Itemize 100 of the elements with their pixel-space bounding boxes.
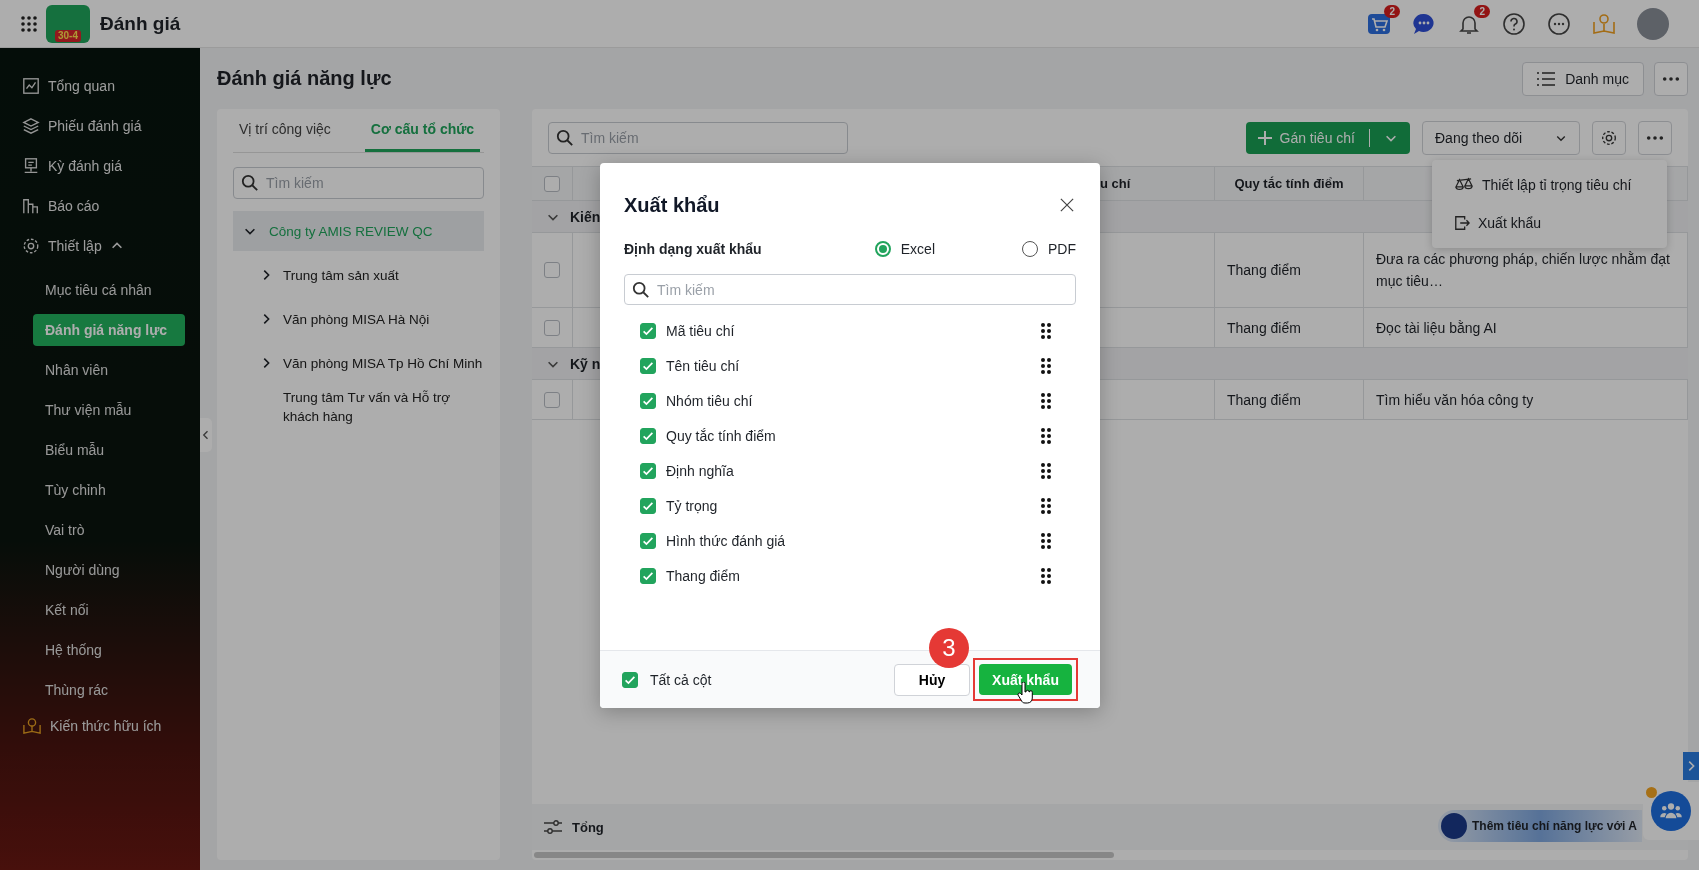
row-checkbox[interactable] <box>544 262 560 278</box>
sidebar-item[interactable]: Phiếu đánh giá <box>0 106 200 146</box>
column-option-label: Nhóm tiêu chí <box>666 392 754 409</box>
cancel-button[interactable]: Hủy <box>894 663 970 696</box>
search-field[interactable]: Tìm kiếm <box>624 274 1076 305</box>
drag-handle-icon[interactable] <box>1040 531 1052 550</box>
select-all-checkbox[interactable] <box>622 671 638 688</box>
more-button[interactable] <box>1654 61 1688 96</box>
checkbox[interactable] <box>640 357 656 374</box>
sidebar-subitem[interactable]: Vai trò <box>33 514 185 546</box>
checkbox[interactable] <box>640 567 656 584</box>
lightbulb-book-icon[interactable] <box>1592 11 1616 36</box>
drag-handle-icon[interactable] <box>1040 566 1052 585</box>
settings-button[interactable] <box>1592 120 1626 155</box>
avatar[interactable] <box>1637 7 1669 40</box>
sidebar-subitem[interactable]: Nhân viên <box>33 354 185 386</box>
search-field[interactable]: Tìm kiếm <box>233 167 484 199</box>
app-grid-icon[interactable] <box>20 14 38 33</box>
sidebar-item[interactable]: Kiến thức hữu ích <box>0 706 200 746</box>
cart-icon[interactable] <box>1367 11 1391 36</box>
sidebar-subitem[interactable]: Mục tiêu cá nhân <box>33 274 185 306</box>
sidebar-subitem[interactable]: Thư viện mẫu <box>33 394 185 426</box>
lightbulb-book-icon <box>22 717 42 735</box>
select-all-checkbox[interactable] <box>544 175 560 192</box>
collapse-handle[interactable] <box>200 418 212 452</box>
more-icon <box>1646 134 1664 141</box>
checkbox[interactable] <box>640 392 656 409</box>
sidebar-subitem[interactable]: Thùng rác <box>33 674 185 706</box>
sidebar-item[interactable]: Tổng quan <box>0 66 200 106</box>
drag-handle-icon[interactable] <box>1040 461 1052 480</box>
dialog-title: Xuất khẩu <box>624 193 720 217</box>
sidebar-item[interactable]: Thiết lập <box>0 226 200 266</box>
search-field[interactable]: Tìm kiếm <box>548 121 848 154</box>
tree-item[interactable]: Văn phòng MISA Tp Hồ Chí Minh <box>233 343 484 383</box>
app-title: Đánh giá <box>100 12 181 35</box>
checkbox[interactable] <box>640 462 656 479</box>
export-icon <box>1454 215 1470 231</box>
format-radio[interactable]: Excel <box>874 241 935 257</box>
table-cell: Tìm hiểu văn hóa công ty <box>1364 380 1688 420</box>
checkbox[interactable] <box>640 497 656 514</box>
tree-item[interactable]: Trung tâm Tư vấn và Hỗ trợ khách hàng <box>233 387 484 427</box>
sidebar-item[interactable]: Kỳ đánh giá <box>0 146 200 186</box>
drag-handle-icon[interactable] <box>1040 496 1052 515</box>
chart-icon <box>22 77 40 95</box>
total-label: Tổng <box>572 819 604 835</box>
row-checkbox[interactable] <box>544 319 560 336</box>
people-icon <box>1660 802 1682 820</box>
column-option-label: Thang điểm <box>666 567 741 584</box>
more-button[interactable] <box>1638 120 1672 155</box>
catalog-button[interactable]: Danh mục <box>1522 61 1644 96</box>
help-icon[interactable] <box>1502 11 1526 36</box>
format-radio[interactable]: PDF <box>1022 241 1076 257</box>
sidebar-subitem[interactable]: Hệ thống <box>33 634 185 666</box>
robot-icon <box>1441 813 1467 839</box>
settings-icon <box>22 237 40 255</box>
close-icon <box>1060 198 1074 212</box>
column-option-label: Mã tiêu chí <box>666 322 736 339</box>
drag-handle-icon[interactable] <box>1040 391 1052 410</box>
more-icon[interactable] <box>1547 11 1571 36</box>
checkbox[interactable] <box>640 322 656 339</box>
tree-item[interactable]: Trung tâm sản xuất <box>233 255 484 295</box>
ai-suggestion-chip[interactable]: Thêm tiêu chí năng lực với A <box>1438 810 1642 842</box>
select-all-label: Tất cả cột <box>650 671 712 688</box>
column-option-label: Tỷ trọng <box>666 497 719 514</box>
row-checkbox[interactable] <box>544 391 560 408</box>
app-logo: 30-4 <box>46 4 90 43</box>
tab[interactable]: Vị trí công việc <box>233 120 337 152</box>
tree-item[interactable]: Văn phòng MISA Hà Nội <box>233 299 484 339</box>
drag-handle-icon[interactable] <box>1040 321 1052 340</box>
step-badge: 3 <box>929 628 969 668</box>
drag-handle-icon[interactable] <box>1040 356 1052 375</box>
sidebar-subitem[interactable]: Người dùng <box>33 554 185 586</box>
column-option-label: Hình thức đánh giá <box>666 532 787 549</box>
sidebar-subitem[interactable]: Tùy chỉnh <box>33 474 185 506</box>
group-label: Kỹ n <box>570 355 601 372</box>
notification-badge: 2 <box>1384 4 1400 18</box>
expand-tab[interactable] <box>1683 752 1699 780</box>
filter-dropdown[interactable]: Đang theo dõi <box>1422 120 1580 155</box>
notification-badge: 2 <box>1474 4 1490 18</box>
chat-icon[interactable] <box>1412 11 1436 36</box>
support-widget[interactable] <box>1643 782 1699 840</box>
scale-icon <box>1454 177 1474 193</box>
group-label: Kiến <box>570 208 601 225</box>
checkbox[interactable] <box>640 427 656 444</box>
sliders-icon <box>544 820 562 834</box>
list-icon <box>1537 71 1556 86</box>
table-cell: Thang điểm <box>1215 380 1364 420</box>
drag-handle-icon[interactable] <box>1040 426 1052 445</box>
column-option-label: Tên tiêu chí <box>666 357 741 374</box>
menu-item[interactable]: Thiết lập tỉ trọng tiêu chí <box>1432 166 1667 204</box>
sidebar-subitem[interactable]: Biểu mẫu <box>33 434 185 466</box>
close-button[interactable] <box>1058 196 1076 214</box>
column-header[interactable]: Quy tắc tính điểm <box>1215 167 1364 201</box>
page-title: Đánh giá năng lực <box>217 67 392 90</box>
sidebar-item[interactable]: Báo cáo <box>0 186 200 226</box>
table-cell: Thang điểm <box>1215 233 1364 308</box>
scrollbar[interactable] <box>534 852 1114 858</box>
plus-icon <box>1257 130 1272 145</box>
checkbox[interactable] <box>640 532 656 549</box>
sidebar-subitem[interactable]: Kết nối <box>33 594 185 626</box>
